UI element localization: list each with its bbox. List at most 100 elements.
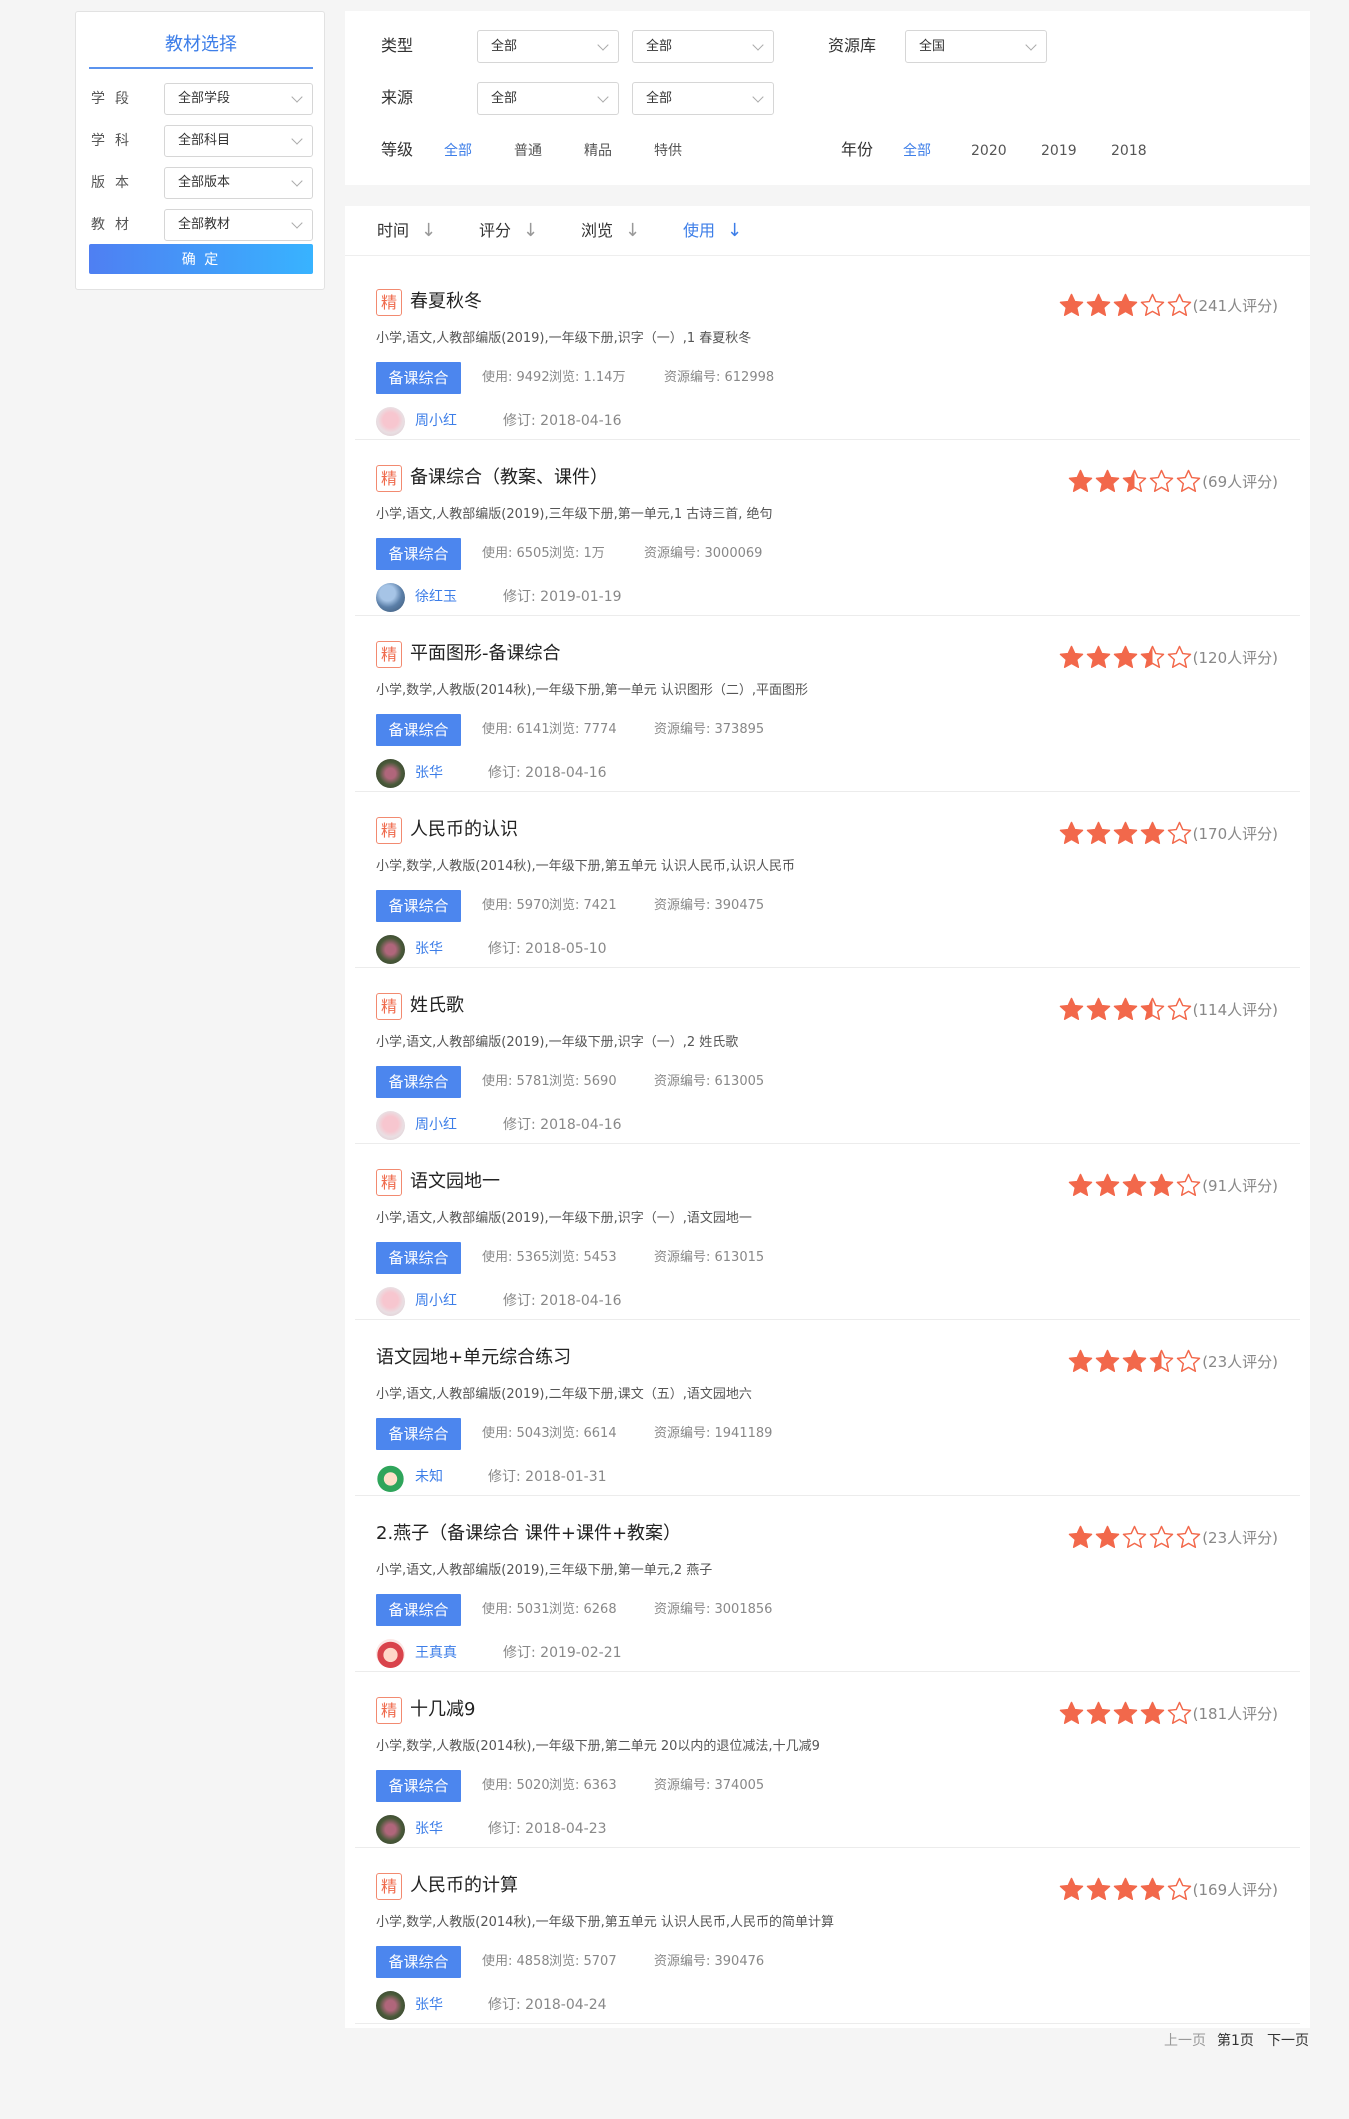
- sort-by-usage[interactable]: 使用 ↓: [683, 219, 742, 243]
- rating: (91人评分): [1067, 1171, 1278, 1199]
- author-name[interactable]: 张华: [415, 1995, 443, 2015]
- star-icon: [1112, 1700, 1139, 1727]
- library-select[interactable]: 全国: [905, 30, 1047, 63]
- rating-stars: [1067, 1172, 1202, 1199]
- avatar[interactable]: [376, 1463, 405, 1492]
- resource-title[interactable]: 语文园地+单元综合练习: [376, 1345, 571, 1371]
- next-page-link[interactable]: 下一页: [1267, 2030, 1309, 2052]
- resource-title[interactable]: 语文园地一: [410, 1169, 500, 1195]
- author-name[interactable]: 周小红: [415, 1291, 457, 1311]
- textbook-select-panel: 教材选择 学段 全部学段 学科 全部科目 版本 全部版本 教材 全部教材 确 定: [75, 11, 325, 290]
- library-label: 资源库: [828, 36, 877, 55]
- sort-usage-label: 使用: [683, 221, 716, 240]
- resource-title[interactable]: 春夏秋冬: [410, 289, 482, 315]
- category-tag[interactable]: 备课综合: [376, 1770, 461, 1802]
- resource-title[interactable]: 备课综合（教案、课件）: [410, 465, 608, 491]
- avatar[interactable]: [376, 1111, 405, 1140]
- star-icon: [1067, 468, 1094, 495]
- type-select-1[interactable]: 全部: [477, 30, 619, 63]
- author-name[interactable]: 周小红: [415, 1115, 457, 1135]
- star-icon: [1166, 644, 1193, 671]
- author-name[interactable]: 未知: [415, 1467, 443, 1487]
- author-name[interactable]: 徐红玉: [415, 587, 457, 607]
- category-tag[interactable]: 备课综合: [376, 890, 461, 922]
- category-tag[interactable]: 备课综合: [376, 714, 461, 746]
- usage-count: 使用: 6505: [482, 546, 550, 561]
- category-tag[interactable]: 备课综合: [376, 1418, 461, 1450]
- star-icon: [1085, 292, 1112, 319]
- star-icon: [1058, 1700, 1085, 1727]
- resource-path: 小学,数学,人教版(2014秋),一年级下册,第五单元 认识人民币,人民币的简单…: [376, 1915, 835, 1930]
- sort-by-rating[interactable]: 评分 ↓: [479, 219, 538, 243]
- view-count: 浏览: 6268: [549, 1602, 617, 1617]
- star-icon: [1112, 1876, 1139, 1903]
- sort-by-views[interactable]: 浏览 ↓: [581, 219, 640, 243]
- revision-date: 修订: 2018-04-16: [503, 1117, 622, 1133]
- source-select-2[interactable]: 全部: [632, 82, 774, 115]
- source-select-1[interactable]: 全部: [477, 82, 619, 115]
- rating-count: (241人评分): [1192, 296, 1278, 315]
- author-name[interactable]: 周小红: [415, 411, 457, 431]
- avatar[interactable]: [376, 1639, 405, 1668]
- author-name[interactable]: 张华: [415, 1819, 443, 1839]
- star-icon: [1139, 1700, 1166, 1727]
- rating: (241人评分): [1058, 291, 1278, 319]
- year-option-2019[interactable]: 2019: [1041, 140, 1077, 162]
- subject-select[interactable]: 全部科目: [164, 125, 313, 157]
- resource-title[interactable]: 十几减9: [410, 1697, 475, 1723]
- resource-title[interactable]: 人民币的认识: [410, 817, 518, 843]
- resource-title[interactable]: 2.燕子（备课综合 课件+课件+教案）: [376, 1521, 681, 1547]
- avatar[interactable]: [376, 583, 405, 612]
- avatar[interactable]: [376, 1991, 405, 2020]
- sort-by-time[interactable]: 时间 ↓: [377, 219, 436, 243]
- resource-path: 小学,语文,人教部编版(2019),一年级下册,识字（一）,1 春夏秋冬: [376, 331, 752, 346]
- category-tag[interactable]: 备课综合: [376, 538, 461, 570]
- level-option-all[interactable]: 全部: [444, 140, 472, 162]
- subject-label: 学科: [91, 133, 139, 149]
- category-tag[interactable]: 备课综合: [376, 1242, 461, 1274]
- year-option-2018[interactable]: 2018: [1111, 140, 1147, 162]
- level-option-special[interactable]: 特供: [654, 140, 682, 162]
- star-icon: [1094, 1348, 1121, 1375]
- level-option-normal[interactable]: 普通: [514, 140, 542, 162]
- author-name[interactable]: 张华: [415, 763, 443, 783]
- rating-count: (69人评分): [1202, 472, 1278, 491]
- resource-item: 精春夏秋冬 (241人评分) 小学,语文,人教部编版(2019),一年级下册,识字（…: [355, 264, 1300, 440]
- rating-count: (169人评分): [1192, 1880, 1278, 1899]
- rating-stars: [1067, 468, 1202, 495]
- rating-count: (120人评分): [1192, 648, 1278, 667]
- resource-title[interactable]: 人民币的计算: [410, 1873, 518, 1899]
- category-tag[interactable]: 备课综合: [376, 1594, 461, 1626]
- revision-date: 修订: 2018-04-24: [488, 1997, 607, 2013]
- resource-title[interactable]: 平面图形-备课综合: [410, 641, 561, 667]
- revision-date: 修订: 2018-04-16: [503, 1293, 622, 1309]
- rating-stars: [1058, 820, 1193, 847]
- revision-date: 修订: 2018-04-16: [503, 413, 622, 429]
- author-name[interactable]: 王真真: [415, 1643, 457, 1663]
- premium-badge: 精: [376, 1873, 402, 1900]
- category-tag[interactable]: 备课综合: [376, 1946, 461, 1978]
- view-count: 浏览: 7774: [549, 722, 617, 737]
- category-tag[interactable]: 备课综合: [376, 1066, 461, 1098]
- confirm-button[interactable]: 确 定: [89, 244, 313, 274]
- star-icon: [1067, 1172, 1094, 1199]
- year-option-all[interactable]: 全部: [903, 140, 931, 162]
- grade-row: 学段 全部学段: [91, 83, 313, 115]
- avatar[interactable]: [376, 935, 405, 964]
- avatar[interactable]: [376, 407, 405, 436]
- resource-title[interactable]: 姓氏歌: [410, 993, 464, 1019]
- grade-select[interactable]: 全部学段: [164, 83, 313, 115]
- rating-stars: [1067, 1524, 1202, 1551]
- avatar[interactable]: [376, 759, 405, 788]
- prev-page-link[interactable]: 上一页: [1164, 2030, 1206, 2052]
- textbook-select[interactable]: 全部教材: [164, 209, 313, 241]
- year-option-2020[interactable]: 2020: [971, 140, 1007, 162]
- edition-select[interactable]: 全部版本: [164, 167, 313, 199]
- resource-item: 精备课综合（教案、课件） (69人评分) 小学,语文,人教部编版(2019),三年级…: [355, 440, 1300, 616]
- author-name[interactable]: 张华: [415, 939, 443, 959]
- level-option-premium[interactable]: 精品: [584, 140, 612, 162]
- avatar[interactable]: [376, 1815, 405, 1844]
- avatar[interactable]: [376, 1287, 405, 1316]
- type-select-2[interactable]: 全部: [632, 30, 774, 63]
- category-tag[interactable]: 备课综合: [376, 362, 461, 394]
